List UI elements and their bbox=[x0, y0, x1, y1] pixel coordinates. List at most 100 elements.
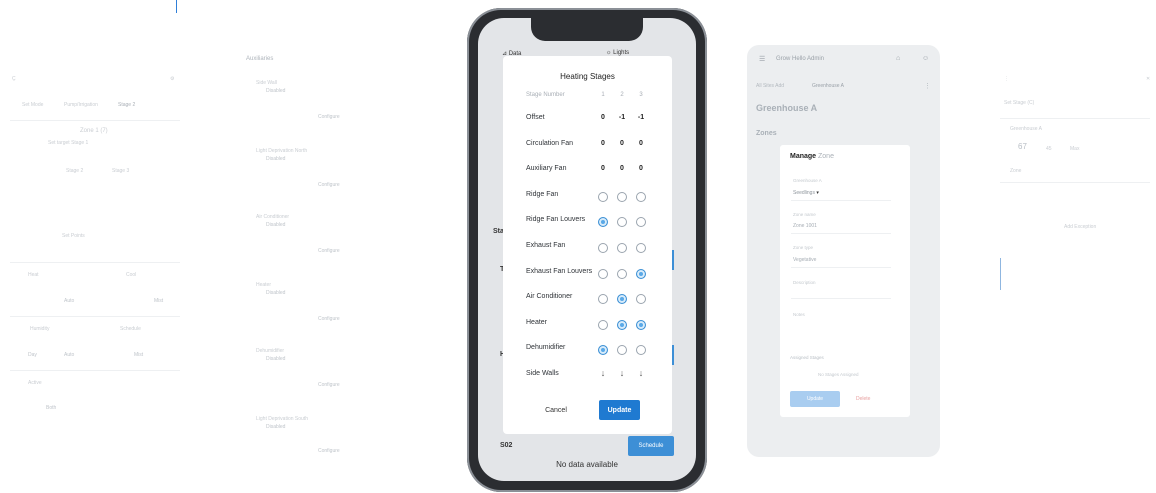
stage-value-input[interactable]: 0 bbox=[617, 165, 627, 172]
card-title: Manage Zone bbox=[790, 153, 834, 160]
field-label: Greenhouse A bbox=[793, 178, 822, 183]
left-small-1: Auto bbox=[64, 298, 75, 304]
breadcrumb-2[interactable]: Greenhouse A bbox=[812, 83, 844, 89]
actuator-status: Disabled bbox=[266, 222, 286, 228]
assigned-stages-label: Assigned Stages bbox=[790, 355, 824, 360]
zone-name-input[interactable]: Zone 1001 bbox=[793, 223, 817, 229]
stage-number-label: Stage Number bbox=[526, 92, 565, 98]
arrow-down-icon[interactable]: ↓ bbox=[617, 368, 627, 378]
left-text-2: Stage 3 bbox=[112, 168, 130, 174]
actuator-configure-button[interactable]: Configure bbox=[318, 316, 340, 322]
zone-title: Zone 1 (7) bbox=[80, 128, 108, 134]
add-exception-link[interactable]: Add Exception bbox=[1064, 224, 1096, 230]
actuator-configure-button[interactable]: Configure bbox=[318, 114, 340, 120]
stage-value-input[interactable]: 0 bbox=[598, 140, 608, 147]
left-text-3: Set Points bbox=[62, 233, 85, 239]
update-button[interactable]: Update bbox=[599, 400, 640, 420]
left-small-5: Mist bbox=[134, 352, 144, 358]
breadcrumb-1[interactable]: All Sites Add bbox=[756, 83, 784, 89]
stage-value-input[interactable]: 0 bbox=[598, 165, 608, 172]
card-delete-button[interactable]: Delete bbox=[856, 396, 870, 402]
left-text-6: Humidity bbox=[30, 326, 50, 332]
actuator-status: Disabled bbox=[266, 356, 286, 362]
left-tab-1[interactable]: Set Mode bbox=[22, 102, 43, 108]
right-pane-value: 67 bbox=[1018, 142, 1027, 151]
card-update-button[interactable]: Update bbox=[790, 391, 840, 407]
stage-radio[interactable] bbox=[598, 268, 608, 279]
no-stages-text: No Stages Assigned bbox=[818, 372, 859, 377]
stage-row-label: Exhaust Fan Louvers bbox=[526, 267, 593, 275]
actuator-configure-button[interactable]: Configure bbox=[318, 182, 340, 188]
stage-row-label: Dehumidifier bbox=[526, 344, 566, 352]
stage-value-input[interactable]: -1 bbox=[636, 114, 646, 121]
left-small-4: Auto bbox=[64, 352, 75, 358]
stage-radio[interactable] bbox=[598, 191, 608, 202]
stage-value-input[interactable]: 0 bbox=[598, 114, 608, 121]
left-tab-3[interactable]: Stage 2 bbox=[118, 102, 135, 108]
left-text-4: Heat bbox=[28, 272, 39, 278]
left-pane-settings-icon[interactable]: ⚙ bbox=[170, 76, 174, 82]
actuator-name: Light Deprivation South bbox=[256, 416, 308, 422]
description-input[interactable]: Description bbox=[793, 280, 816, 285]
stage-value-input[interactable]: 0 bbox=[636, 140, 646, 147]
left-text-7: Schedule bbox=[120, 326, 141, 332]
stage-radio[interactable] bbox=[636, 319, 646, 330]
zone-select[interactable]: Seedlings ▾ bbox=[793, 190, 819, 196]
stage-radio[interactable] bbox=[636, 191, 646, 202]
right-pane-close-icon[interactable]: ✕ bbox=[1146, 76, 1150, 82]
actuator-status: Disabled bbox=[266, 290, 286, 296]
stage-radio[interactable] bbox=[617, 319, 627, 330]
actuator-configure-button[interactable]: Configure bbox=[318, 448, 340, 454]
actuator-configure-button[interactable]: Configure bbox=[318, 248, 340, 254]
stage-radio[interactable] bbox=[617, 191, 627, 202]
left-small-3: Day bbox=[28, 352, 37, 358]
actuator-status: Disabled bbox=[266, 424, 286, 430]
actuator-name: Air Conditioner bbox=[256, 214, 290, 220]
actuator-name: Side Wall bbox=[256, 80, 277, 86]
actuators-title: Auxiliaries bbox=[246, 56, 274, 62]
actuator-status: Disabled bbox=[266, 88, 286, 94]
stage-radio[interactable] bbox=[617, 243, 627, 253]
phone-notch bbox=[531, 17, 643, 41]
stage-radio[interactable] bbox=[636, 243, 646, 253]
arrow-down-icon[interactable]: ↓ bbox=[598, 368, 608, 378]
left-text-8: Active bbox=[28, 380, 42, 386]
user-icon[interactable]: ☺ bbox=[922, 55, 929, 62]
left-small-2: Mist bbox=[154, 298, 164, 304]
actuator-configure-button[interactable]: Configure bbox=[318, 382, 340, 388]
stage-value-input[interactable]: -1 bbox=[617, 114, 627, 121]
actuator-name: Light Deprivation North bbox=[256, 148, 308, 154]
right-pane-icon[interactable]: ⋮ bbox=[1004, 76, 1009, 82]
stage-radio[interactable] bbox=[617, 268, 627, 279]
left-tab-2[interactable]: Pump/Irrigation bbox=[64, 102, 98, 108]
tablet-header-title: Grow Hello Admin bbox=[776, 56, 825, 62]
notification-icon[interactable]: ⌂ bbox=[896, 55, 900, 62]
stage-radio[interactable] bbox=[598, 319, 608, 330]
stage-row-label: Auxiliary Fan bbox=[526, 165, 567, 173]
zone-subtitle: Set target Stage 1 bbox=[48, 140, 89, 146]
field-label: Zone name bbox=[793, 212, 816, 217]
stage-value-input[interactable]: 0 bbox=[617, 140, 627, 147]
notes-input[interactable]: Notes bbox=[793, 312, 805, 317]
modal-title: Heating Stages bbox=[560, 72, 615, 81]
schedule-button[interactable]: Schedule bbox=[628, 436, 674, 456]
stage-radio[interactable] bbox=[598, 243, 608, 253]
more-icon[interactable]: ⋮ bbox=[924, 82, 931, 90]
right-pane-value: 45 bbox=[1046, 146, 1052, 152]
stage-row-label: Ridge Fan Louvers bbox=[526, 216, 586, 224]
arrow-down-icon[interactable]: ↓ bbox=[636, 368, 646, 378]
left-text-5: Cool bbox=[126, 272, 137, 278]
no-data-text: No data available bbox=[556, 460, 618, 469]
zone-type-input[interactable]: Vegetative bbox=[793, 257, 816, 263]
page-title: Greenhouse A bbox=[756, 103, 818, 113]
cancel-button[interactable]: Cancel bbox=[536, 400, 576, 420]
stage-value-input[interactable]: 0 bbox=[636, 165, 646, 172]
menu-icon[interactable]: ☰ bbox=[759, 55, 765, 63]
left-pane-top-icon: Ç bbox=[12, 76, 16, 82]
stage-number: 1 bbox=[601, 92, 605, 98]
stage-radio[interactable] bbox=[636, 268, 646, 279]
actuator-status: Disabled bbox=[266, 156, 286, 162]
stage-number: 2 bbox=[620, 92, 624, 98]
stage-row-label: Heater bbox=[526, 318, 548, 326]
stage-row-label: Ridge Fan bbox=[526, 190, 559, 198]
